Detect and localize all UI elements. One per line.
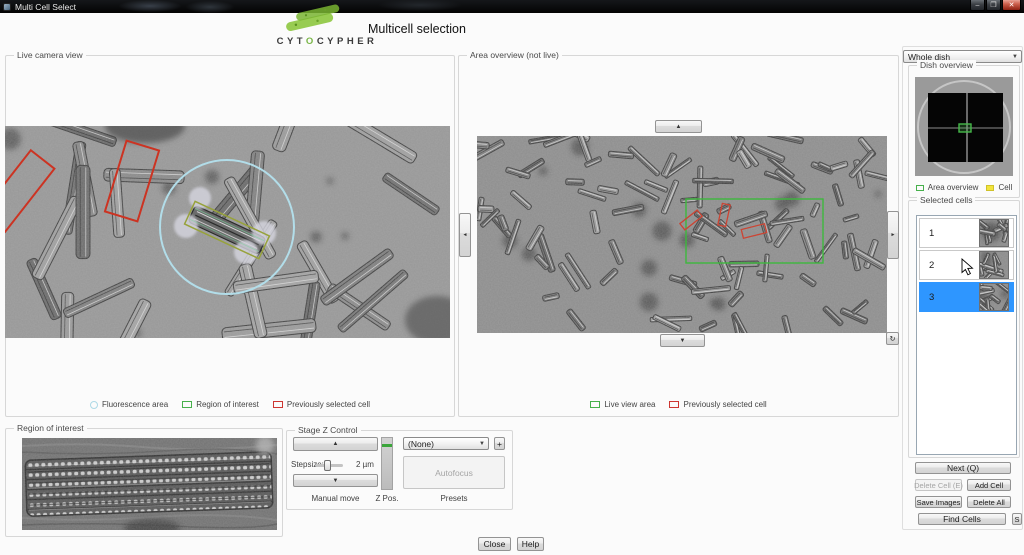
pan-down-button[interactable]: ▼ — [660, 334, 705, 347]
chevron-down-icon: ▼ — [1009, 54, 1021, 60]
delete-cell-button[interactable]: Delete Cell (E) — [915, 479, 962, 491]
prev-selected-mini-box — [718, 203, 730, 226]
autofocus-button[interactable]: Autofocus — [403, 456, 505, 489]
brand-wordmark: CYTOCYPHER — [266, 36, 388, 47]
prev-cell-swatch-icon — [273, 401, 283, 408]
app-icon — [3, 3, 11, 11]
up-arrow-icon: ▲ — [333, 441, 339, 447]
find-cells-button[interactable]: Find Cells — [918, 513, 1006, 525]
mouse-cursor — [961, 258, 974, 276]
cytocypher-logo — [277, 4, 347, 33]
area-overview-image[interactable] — [477, 136, 887, 333]
chevron-down-icon: ▼ — [476, 441, 488, 447]
maximize-button[interactable]: ❐ — [986, 0, 1001, 11]
close-window-button[interactable]: ✕ — [1002, 0, 1021, 11]
presets-label: Presets — [403, 494, 505, 503]
dish-legend: Area overview Cell — [908, 183, 1020, 192]
roi-title: Region of interest — [14, 423, 87, 433]
legend-area-overview: Area overview — [916, 183, 979, 192]
pan-up-button[interactable]: ▲ — [655, 120, 702, 133]
area-overview-swatch-icon — [916, 185, 924, 191]
cell-thumbnail — [980, 284, 1008, 310]
legend-cell: Cell — [986, 183, 1012, 192]
cell-thumbnail — [980, 252, 1008, 278]
z-position-marker — [382, 444, 392, 447]
add-preset-button[interactable]: + — [494, 437, 505, 450]
right-arrow-icon: ► — [891, 233, 896, 238]
save-images-button[interactable]: Save Images — [915, 496, 962, 508]
help-button[interactable]: Help — [517, 537, 544, 551]
minimize-icon: – — [976, 2, 980, 9]
dish-overview-title: Dish overview — [917, 60, 976, 70]
stepsize-value: 2 µm — [356, 460, 374, 469]
legend-live-view-area: Live view area — [590, 400, 655, 409]
selected-cells-list[interactable]: 1 2 3 — [916, 215, 1017, 455]
prev-cell-swatch-icon — [669, 401, 679, 408]
cell-row-1[interactable]: 1 — [919, 218, 1014, 248]
stepsize-slider-thumb[interactable] — [324, 460, 331, 471]
legend-region-of-interest: Region of interest — [182, 400, 259, 409]
cell-row-3-selected[interactable]: 3 — [919, 282, 1014, 312]
close-icon: ✕ — [1009, 1, 1015, 9]
manual-move-label: Manual move — [288, 494, 383, 503]
cell-number: 2 — [929, 260, 934, 271]
delete-all-button[interactable]: Delete All — [967, 496, 1011, 508]
live-camera-image[interactable] — [5, 126, 450, 338]
dish-overview-map[interactable] — [915, 77, 1013, 176]
roi-image — [22, 438, 277, 530]
pan-left-button[interactable]: ◄ — [459, 213, 471, 257]
down-arrow-icon: ▼ — [680, 338, 686, 344]
left-arrow-icon: ◄ — [463, 233, 468, 238]
window-title: Multi Cell Select — [15, 2, 76, 12]
area-overview-title: Area overview (not live) — [467, 50, 562, 60]
close-button[interactable]: Close — [478, 537, 511, 551]
area-legend: Live view area Previously selected cell — [458, 400, 899, 409]
roi-swatch-icon — [182, 401, 192, 408]
cell-thumbnail — [980, 220, 1008, 246]
legend-fluorescence-area: Fluorescence area — [90, 400, 168, 409]
cell-swatch-icon — [986, 185, 994, 191]
refresh-overview-button[interactable]: ↻ — [886, 332, 899, 345]
zpos-label: Z Pos. — [372, 494, 402, 503]
area-overlays — [477, 136, 887, 333]
live-camera-title: Live camera view — [14, 50, 86, 60]
minimize-button[interactable]: – — [970, 0, 985, 11]
refresh-icon: ↻ — [890, 335, 896, 343]
stage-z-title: Stage Z Control — [295, 425, 361, 435]
preset-select[interactable]: (None) ▼ — [403, 437, 489, 450]
z-down-button[interactable]: ▼ — [293, 474, 378, 487]
page-title: Multicell selection — [368, 22, 466, 36]
cell-number: 1 — [929, 228, 934, 239]
title-bar[interactable]: Multi Cell Select — [0, 0, 1024, 13]
prev-selected-mini-box — [741, 224, 766, 239]
z-up-button[interactable]: ▲ — [293, 437, 378, 451]
up-arrow-icon: ▲ — [676, 124, 682, 130]
live-view-area-box — [686, 199, 823, 263]
stepsize-slider[interactable] — [315, 464, 343, 467]
z-position-indicator — [381, 437, 393, 490]
prev-selected-cell-box — [5, 150, 54, 232]
preset-value: (None) — [408, 439, 434, 449]
pan-right-button[interactable]: ► — [887, 211, 899, 259]
live-legend: Fluorescence area Region of interest Pre… — [5, 400, 455, 409]
legend-prev-selected: Previously selected cell — [273, 400, 370, 409]
s-button[interactable]: S — [1012, 513, 1022, 525]
next-button[interactable]: Next (Q) — [915, 462, 1011, 474]
fluorescence-swatch-icon — [90, 401, 98, 409]
down-arrow-icon: ▼ — [333, 478, 339, 484]
selected-cells-title: Selected cells — [917, 195, 975, 205]
plus-icon: + — [497, 439, 502, 449]
maximize-icon: ❐ — [990, 1, 996, 9]
live-area-swatch-icon — [590, 401, 600, 408]
add-cell-button[interactable]: Add Cell — [967, 479, 1011, 491]
live-overlays — [5, 126, 450, 338]
cell-number: 3 — [929, 292, 934, 303]
dish-area-marker — [959, 124, 971, 132]
prev-selected-cell-box — [105, 141, 159, 222]
prev-selected-mini-box — [680, 210, 702, 230]
legend-prev-selected: Previously selected cell — [669, 400, 766, 409]
